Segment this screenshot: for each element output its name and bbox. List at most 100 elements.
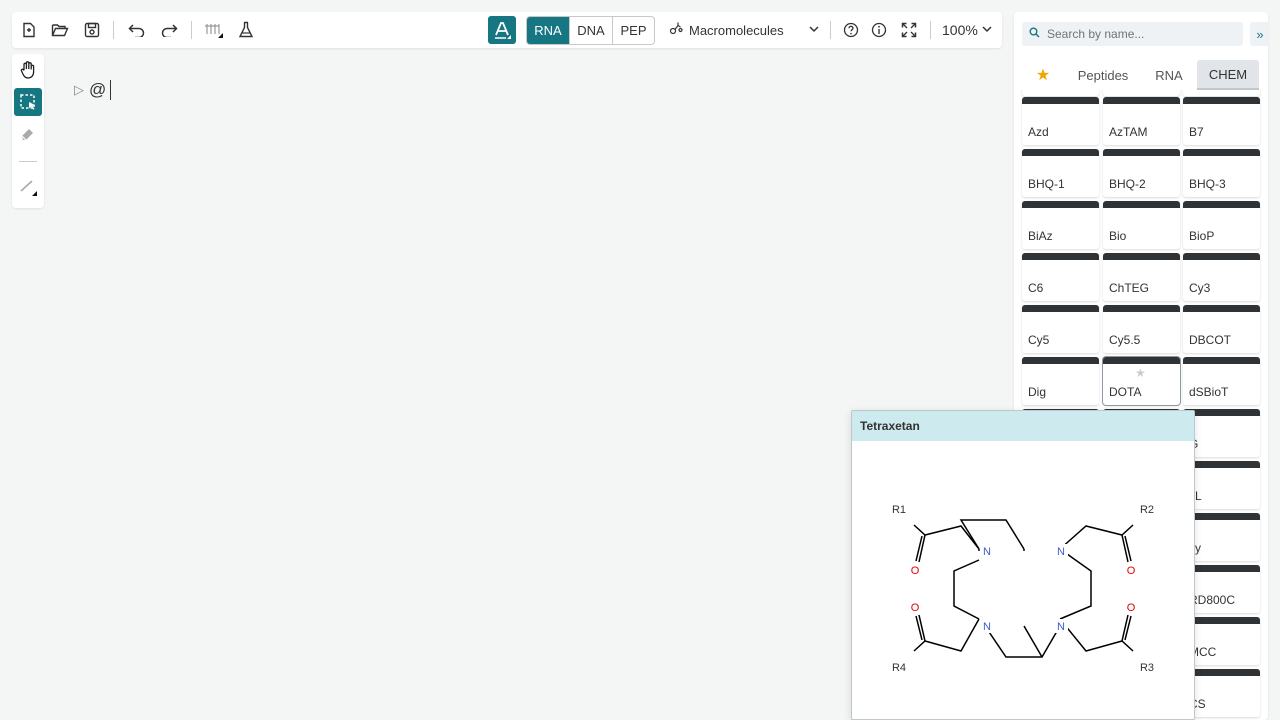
new-file-icon[interactable] (16, 18, 42, 42)
tab-peptides[interactable]: Peptides (1072, 60, 1134, 90)
monomer-name: Cy5.5 (1109, 333, 1141, 347)
monomer-card[interactable]: BHQ-2 (1103, 149, 1180, 197)
monomer-card[interactable]: ChTEG (1103, 253, 1180, 301)
zoom-dropdown[interactable]: 100% (942, 18, 992, 42)
monomer-card[interactable]: dSBioT (1183, 357, 1260, 405)
r-group-label: R2 (1140, 504, 1154, 516)
text-cursor (110, 80, 112, 100)
search-input[interactable]: Search by name... (1022, 22, 1243, 46)
eraser-icon[interactable] (14, 120, 42, 148)
info-icon[interactable] (866, 18, 892, 42)
card-header-bar (1103, 149, 1180, 156)
card-header-bar (1183, 201, 1260, 208)
bond-tool-icon[interactable] (14, 172, 42, 200)
monomer-card[interactable]: Bio (1103, 201, 1180, 249)
tab-favorites[interactable]: ★ (1030, 60, 1056, 90)
text-mode-icon[interactable] (488, 16, 516, 44)
monomer-card[interactable]: Cy5.5 (1103, 305, 1180, 353)
tab-chem[interactable]: CHEM (1197, 60, 1259, 90)
monomer-card[interactable]: BioP (1183, 201, 1260, 249)
flask-icon[interactable] (233, 18, 259, 42)
monomer-card[interactable]: Cy3 (1183, 253, 1260, 301)
save-icon[interactable] (79, 18, 105, 42)
monomer-card[interactable]: ★ DOTA (1102, 356, 1181, 406)
monomer-card[interactable]: AzTAM (1103, 97, 1180, 145)
atom-n: N (1057, 546, 1065, 558)
toolbar-divider (930, 21, 931, 39)
monomer-name: DOTA (1109, 385, 1142, 399)
sequence-text[interactable]: @ (89, 80, 106, 100)
collapse-panel-icon[interactable]: » (1250, 22, 1268, 46)
monomer-name: BHQ-2 (1109, 177, 1146, 191)
preview-title: Tetraxetan (852, 411, 1194, 441)
help-icon[interactable] (838, 18, 864, 42)
card-header-bar (1103, 97, 1180, 104)
card-header-bar (1183, 149, 1260, 156)
card-header-bar (1183, 357, 1260, 364)
monomer-preview-tooltip: Tetraxetan N N N N O O O O R1 R2 R3 R4 (851, 410, 1195, 720)
card-header-bar (1103, 253, 1180, 260)
macromolecules-icon (668, 21, 684, 40)
atom-n: N (983, 621, 991, 633)
card-header-bar (1183, 253, 1260, 260)
monomer-name: Azd (1028, 125, 1049, 139)
monomer-name: dSBioT (1189, 385, 1229, 399)
monomer-name: Dig (1028, 385, 1047, 399)
undo-icon[interactable] (124, 18, 150, 42)
monomer-card[interactable]: Azd (1022, 97, 1099, 145)
monomer-name: BHQ-1 (1028, 177, 1065, 191)
monomer-card[interactable]: Cy5 (1022, 305, 1099, 353)
card-header-bar (1022, 305, 1099, 312)
atom-o: O (1127, 602, 1136, 614)
sequence-editor-row[interactable]: ▷ @ (74, 80, 112, 100)
fullscreen-icon[interactable] (896, 18, 922, 42)
monomer-card[interactable]: B7 (1183, 97, 1260, 145)
tab-rna[interactable]: RNA (1148, 60, 1190, 90)
structure-drawing: N N N N O O O O R1 R2 R3 R4 (892, 504, 1154, 674)
search-icon (1029, 27, 1040, 41)
card-header-bar (1183, 97, 1260, 104)
r-group-label: R4 (892, 662, 906, 674)
card-header-bar (1022, 149, 1099, 156)
search-placeholder: Search by name... (1047, 27, 1145, 41)
sequence-layout-icon[interactable] (201, 18, 227, 42)
monomer-name: ChTEG (1109, 281, 1150, 295)
monomer-name: BioP (1189, 229, 1215, 243)
monomer-card[interactable] (1103, 90, 1180, 96)
favorite-star-icon[interactable]: ★ (1135, 366, 1146, 380)
monomer-name: Cy5 (1028, 333, 1050, 347)
molecule-type-switcher: RNA DNA PEP (526, 16, 655, 45)
card-header-bar (1103, 305, 1180, 312)
card-header-bar (1103, 357, 1180, 364)
macromolecules-dropdown[interactable]: Macromolecules (668, 18, 820, 42)
monomer-name: RD800C (1189, 593, 1236, 607)
hand-tool-icon[interactable] (14, 56, 42, 84)
r-group-label: R3 (1140, 662, 1154, 674)
atom-o: O (911, 602, 920, 614)
monomer-card[interactable]: C6 (1022, 253, 1099, 301)
chevron-down-icon (982, 22, 992, 38)
open-file-icon[interactable] (47, 18, 73, 42)
monomer-card[interactable]: Dig (1022, 357, 1099, 405)
card-header-bar (1022, 201, 1099, 208)
monomer-name: B7 (1189, 125, 1204, 139)
monomer-card[interactable] (1022, 90, 1099, 96)
monomer-card[interactable]: BHQ-3 (1183, 149, 1260, 197)
monomer-card[interactable]: BHQ-1 (1022, 149, 1099, 197)
select-rectangle-icon[interactable] (14, 88, 42, 116)
atom-n: N (1057, 621, 1065, 633)
monomer-card[interactable] (1183, 90, 1260, 96)
redo-icon[interactable] (156, 18, 182, 42)
monomer-name: BiAz (1028, 229, 1053, 243)
left-toolbar (12, 54, 44, 208)
monomer-card[interactable]: BiAz (1022, 201, 1099, 249)
monomer-name: BHQ-3 (1189, 177, 1226, 191)
top-toolbar: RNA DNA PEP Macromolecules 100% (12, 12, 1002, 48)
play-triangle-icon: ▷ (74, 82, 84, 97)
mode-rna-button[interactable]: RNA (527, 17, 569, 44)
monomer-name: Bio (1109, 229, 1127, 243)
monomer-card[interactable]: DBCOT (1183, 305, 1260, 353)
mode-dna-button[interactable]: DNA (569, 17, 612, 44)
library-tabs: ★ Peptides RNA CHEM (1014, 60, 1268, 90)
mode-pep-button[interactable]: PEP (612, 17, 654, 44)
